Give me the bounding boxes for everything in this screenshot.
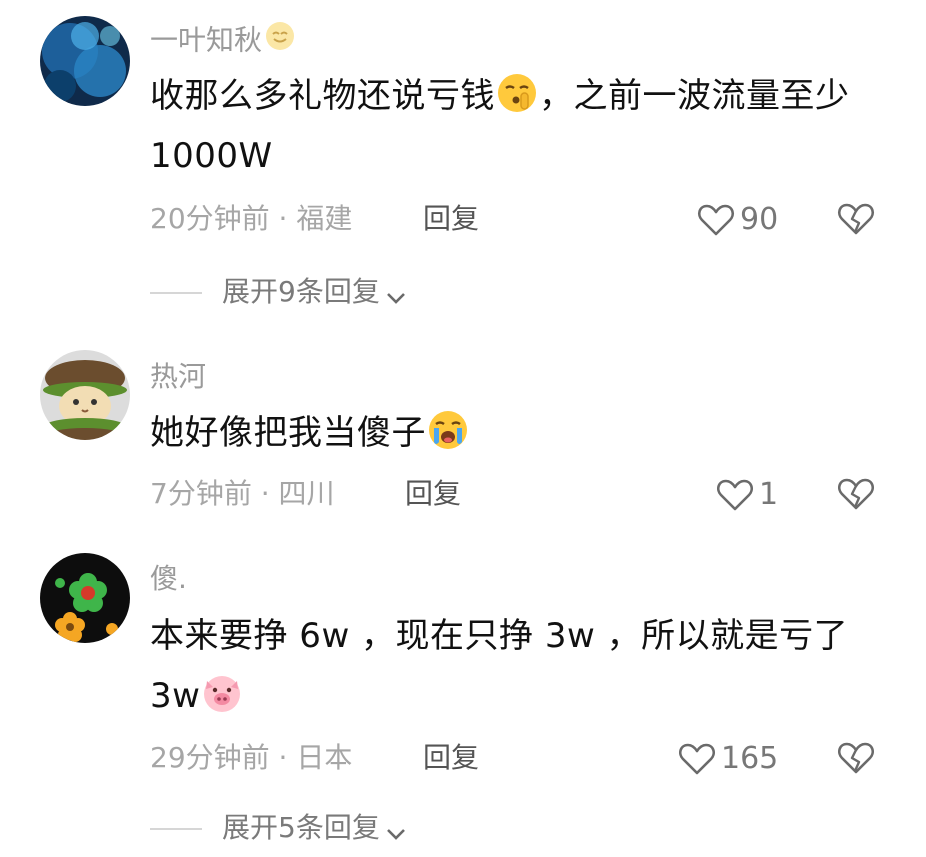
comment-meta: 20分钟前 · 福建 <box>150 199 352 239</box>
crying-emoji-icon <box>426 408 470 452</box>
avatar[interactable] <box>40 553 130 643</box>
pig-emoji-icon <box>200 671 244 715</box>
username-label: 一叶知秋 <box>150 23 263 57</box>
broken-heart-icon <box>837 478 875 510</box>
reply-button[interactable]: 回复 <box>405 474 461 514</box>
like-button[interactable]: 165 <box>677 738 778 778</box>
chevron-down-icon <box>384 281 408 305</box>
separator: · <box>269 741 297 774</box>
comment-text-part: 本来要挣 6w ，现在只挣 3w ，所以就是亏了 3w <box>150 616 849 716</box>
heart-icon <box>696 200 736 240</box>
separator: · <box>269 202 297 235</box>
broken-heart-icon <box>837 203 875 235</box>
comment-location: 四川 <box>278 477 335 510</box>
comment-text: 她好像把我当傻子 <box>150 403 890 463</box>
reply-button[interactable]: 回复 <box>423 199 479 239</box>
reply-button[interactable]: 回复 <box>423 738 479 778</box>
username[interactable]: 一叶知秋 <box>150 20 296 61</box>
comment-meta: 7分钟前 · 四川 <box>150 474 335 514</box>
comment-time: 29分钟前 <box>150 741 270 774</box>
comment-location: 福建 <box>296 202 353 235</box>
username-label: 傻. <box>150 562 187 595</box>
heart-icon <box>715 475 755 515</box>
comment-text: 本来要挣 6w ，现在只挣 3w ，所以就是亏了 3w <box>150 606 870 726</box>
heart-icon <box>677 739 717 779</box>
comment-meta: 29分钟前 · 日本 <box>150 738 352 778</box>
expand-replies-label: 展开9条回复 <box>222 275 380 308</box>
comment-time: 7分钟前 <box>150 477 252 510</box>
shush-emoji-icon <box>495 71 539 115</box>
smile-emoji-icon <box>264 20 296 61</box>
username[interactable]: 傻. <box>150 560 187 597</box>
avatar[interactable] <box>40 16 130 106</box>
username-label: 热河 <box>150 360 207 393</box>
divider <box>150 292 202 294</box>
expand-replies-button[interactable]: 展开5条回复 <box>150 808 408 848</box>
username[interactable]: 热河 <box>150 358 206 395</box>
like-button[interactable]: 1 <box>715 474 778 514</box>
comment-time: 20分钟前 <box>150 202 270 235</box>
like-count: 1 <box>759 476 779 512</box>
dislike-button[interactable] <box>836 474 876 514</box>
like-count: 90 <box>740 201 779 237</box>
chevron-down-icon <box>384 817 408 841</box>
dislike-button[interactable] <box>836 199 876 239</box>
broken-heart-icon <box>837 742 875 774</box>
like-count: 165 <box>721 740 779 776</box>
comment-text-part: 收那么多礼物还说亏钱 <box>150 76 495 116</box>
comment-text-part: 她好像把我当傻子 <box>150 413 426 453</box>
expand-replies-button[interactable]: 展开9条回复 <box>150 272 408 312</box>
comment-text: 收那么多礼物还说亏钱 ，之前一波流量至少1000W <box>150 66 890 186</box>
divider <box>150 828 202 830</box>
avatar[interactable] <box>40 350 130 440</box>
like-button[interactable]: 90 <box>696 199 778 239</box>
dislike-button[interactable] <box>836 738 876 778</box>
comment-location: 日本 <box>296 741 353 774</box>
separator: · <box>251 477 279 510</box>
